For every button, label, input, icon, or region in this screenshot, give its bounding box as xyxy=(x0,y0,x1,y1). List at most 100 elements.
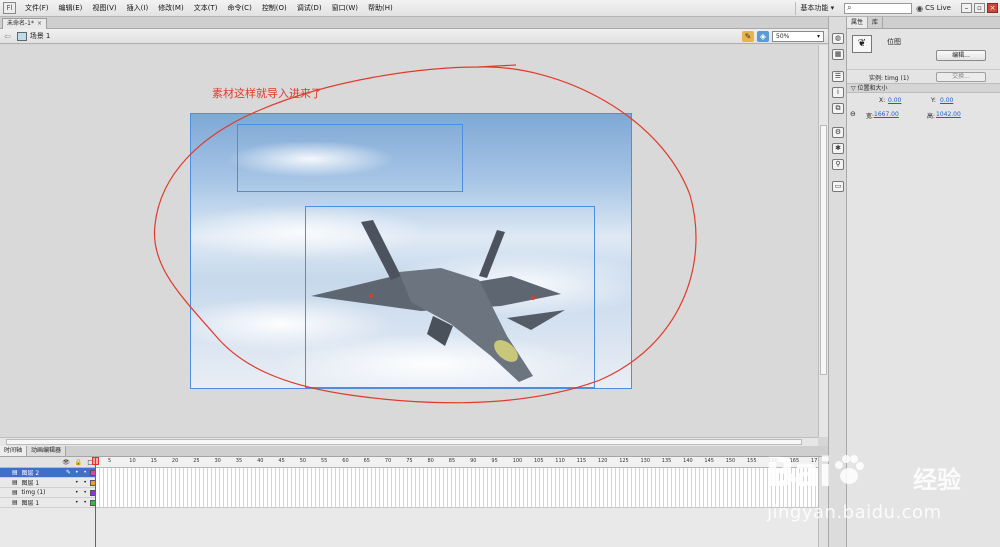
code-snippets-icon[interactable]: ⚲ xyxy=(832,159,844,170)
frame-number: 50 xyxy=(299,458,307,464)
lock-dot[interactable]: • xyxy=(81,489,89,496)
layer-icon: ▤ xyxy=(12,489,18,496)
tab-library[interactable]: 库 xyxy=(868,17,884,28)
menu-commands[interactable]: 命令(C) xyxy=(222,0,256,17)
lock-icon[interactable]: 🔒 xyxy=(75,459,82,466)
tab-motion-editor[interactable]: 动画编辑器 xyxy=(27,446,67,456)
frame-number: 5 xyxy=(108,458,112,464)
position-size-section[interactable]: ▽ 位置和大小 xyxy=(847,83,1000,93)
document-tab[interactable]: 未命名-1* × xyxy=(2,18,48,29)
swatches-icon[interactable]: ▦ xyxy=(832,49,844,60)
playhead-handle[interactable] xyxy=(92,457,99,465)
watermark-url: jingyan.baidu.com xyxy=(767,502,942,523)
layer-name: 图层 1 xyxy=(21,500,40,507)
layer-row[interactable]: ▤ 图层 1 • • xyxy=(0,498,96,508)
menu-modify[interactable]: 修改(M) xyxy=(153,0,189,17)
swap-button[interactable]: 交换... xyxy=(936,72,986,82)
components-icon[interactable]: ⚙ xyxy=(832,127,844,138)
annotation-circle-path xyxy=(153,64,697,404)
document-tab-bar: 未命名-1* × xyxy=(0,17,828,29)
frame-number: 105 xyxy=(534,458,544,464)
frame-number: 80 xyxy=(427,458,434,464)
transform-icon[interactable]: ⧉ xyxy=(832,103,844,114)
frame-number: 125 xyxy=(619,458,629,464)
menu-control[interactable]: 控制(O) xyxy=(257,0,292,17)
scene-label[interactable]: 场景 1 xyxy=(30,31,51,41)
restore-button[interactable]: ▫ xyxy=(974,3,985,13)
h-label: 高: xyxy=(927,113,936,120)
align-icon[interactable]: ☰ xyxy=(832,71,844,82)
visibility-dot[interactable]: • xyxy=(73,479,81,486)
frame-number: 150 xyxy=(725,458,736,464)
lock-dot[interactable]: • xyxy=(81,499,89,506)
color-wheel-icon[interactable]: ◍ xyxy=(832,33,844,44)
menu-file[interactable]: 文件(F) xyxy=(20,0,54,17)
menu-debug[interactable]: 调试(D) xyxy=(292,0,327,17)
frame-number: 75 xyxy=(406,458,413,464)
layer-icon: ▤ xyxy=(12,469,18,476)
w-value[interactable]: 1667.00 xyxy=(874,111,899,118)
search-input[interactable] xyxy=(851,3,902,13)
layer-row[interactable]: ▤ 图层 1 • • xyxy=(0,478,96,488)
baidu-watermark: Bai 经验 jingyan.baidu.com xyxy=(745,444,1000,544)
layer-row[interactable]: ▤ timg (1) • • xyxy=(0,488,96,498)
pencil-icon: ✎ xyxy=(65,469,71,476)
frame-number: 95 xyxy=(491,458,498,464)
x-label: X: xyxy=(879,97,886,104)
scrollbar-thumb[interactable] xyxy=(6,439,802,445)
workspace-select[interactable]: 基本功能 ▾ xyxy=(795,1,838,15)
zoom-select[interactable]: 50% ▾ xyxy=(772,30,824,42)
frame-number: 135 xyxy=(661,458,672,464)
menu-text[interactable]: 文本(T) xyxy=(189,0,223,17)
menu-edit[interactable]: 编辑(E) xyxy=(54,0,88,17)
close-window-button[interactable]: × xyxy=(987,3,998,13)
frame-number: 140 xyxy=(683,458,693,464)
frame-number: 90 xyxy=(470,458,477,464)
visibility-dot[interactable]: • xyxy=(73,499,81,506)
playhead[interactable] xyxy=(95,457,96,547)
edit-scene-icon[interactable]: ✎ xyxy=(742,30,754,42)
menu-insert[interactable]: 插入(I) xyxy=(122,0,154,17)
stage-area[interactable]: 素材这样就导入进来了 xyxy=(0,45,828,437)
timeline-panel: 👁 🔒 □ ▤ 图层 2 ✎ • • ▤ 图层 1 • • ▤ timg (1)… xyxy=(0,457,828,547)
app-logo: Fl xyxy=(3,2,16,14)
lock-dot[interactable]: • xyxy=(81,479,89,486)
stage-horizontal-scrollbar[interactable] xyxy=(0,437,818,446)
visibility-dot[interactable]: • xyxy=(73,469,81,476)
info-icon[interactable]: i xyxy=(832,87,844,98)
minimize-button[interactable]: – xyxy=(961,3,972,13)
search-box[interactable]: ⌕ xyxy=(844,2,913,14)
edit-button[interactable]: 编辑... xyxy=(936,50,986,61)
frame-ruler[interactable]: 5 10 15 20 25 30 35 40 45 50 55 60 65 70 75 80 85 90 95 100… xyxy=(96,457,818,468)
link-lock-icon[interactable]: ⊖ xyxy=(850,110,856,118)
tab-properties[interactable]: 属性 xyxy=(847,17,869,28)
scene-icon xyxy=(16,31,27,41)
frame-grid[interactable] xyxy=(96,468,818,508)
eye-icon[interactable]: 👁 xyxy=(62,459,70,466)
frame-number: 45 xyxy=(278,458,285,464)
project-icon[interactable]: ▭ xyxy=(832,181,844,192)
frame-number: 70 xyxy=(384,458,392,464)
zoom-value: 50% xyxy=(776,32,790,40)
scrollbar-thumb[interactable] xyxy=(820,125,827,375)
menu-bar: Fl 文件(F) 编辑(E) 视图(V) 插入(I) 修改(M) 文本(T) 命… xyxy=(0,0,1000,17)
cs-live-button[interactable]: ◉ CS Live xyxy=(916,4,951,13)
menu-window[interactable]: 窗口(W) xyxy=(327,0,363,17)
menu-help[interactable]: 帮助(H) xyxy=(363,0,398,17)
frame-number: 60 xyxy=(342,458,349,464)
edit-symbol-icon[interactable]: ◈ xyxy=(757,30,769,42)
layer-row[interactable]: ▤ 图层 2 ✎ • • xyxy=(0,468,96,478)
motion-presets-icon[interactable]: ✱ xyxy=(832,143,844,154)
back-arrow-icon[interactable]: ⇦ xyxy=(4,32,11,41)
h-value[interactable]: 1042.00 xyxy=(936,111,961,118)
menu-view[interactable]: 视图(V) xyxy=(87,0,121,17)
frame-number: 30 xyxy=(214,458,221,464)
x-value[interactable]: 0.00 xyxy=(888,97,901,104)
y-label: Y: xyxy=(931,97,936,104)
close-tab-icon[interactable]: × xyxy=(37,19,42,29)
tab-timeline[interactable]: 时间轴 xyxy=(0,446,28,456)
visibility-dot[interactable]: • xyxy=(73,489,81,496)
y-value[interactable]: 0.00 xyxy=(940,97,953,104)
lock-dot[interactable]: • xyxy=(81,469,89,476)
stage-vertical-scrollbar[interactable] xyxy=(818,45,828,437)
